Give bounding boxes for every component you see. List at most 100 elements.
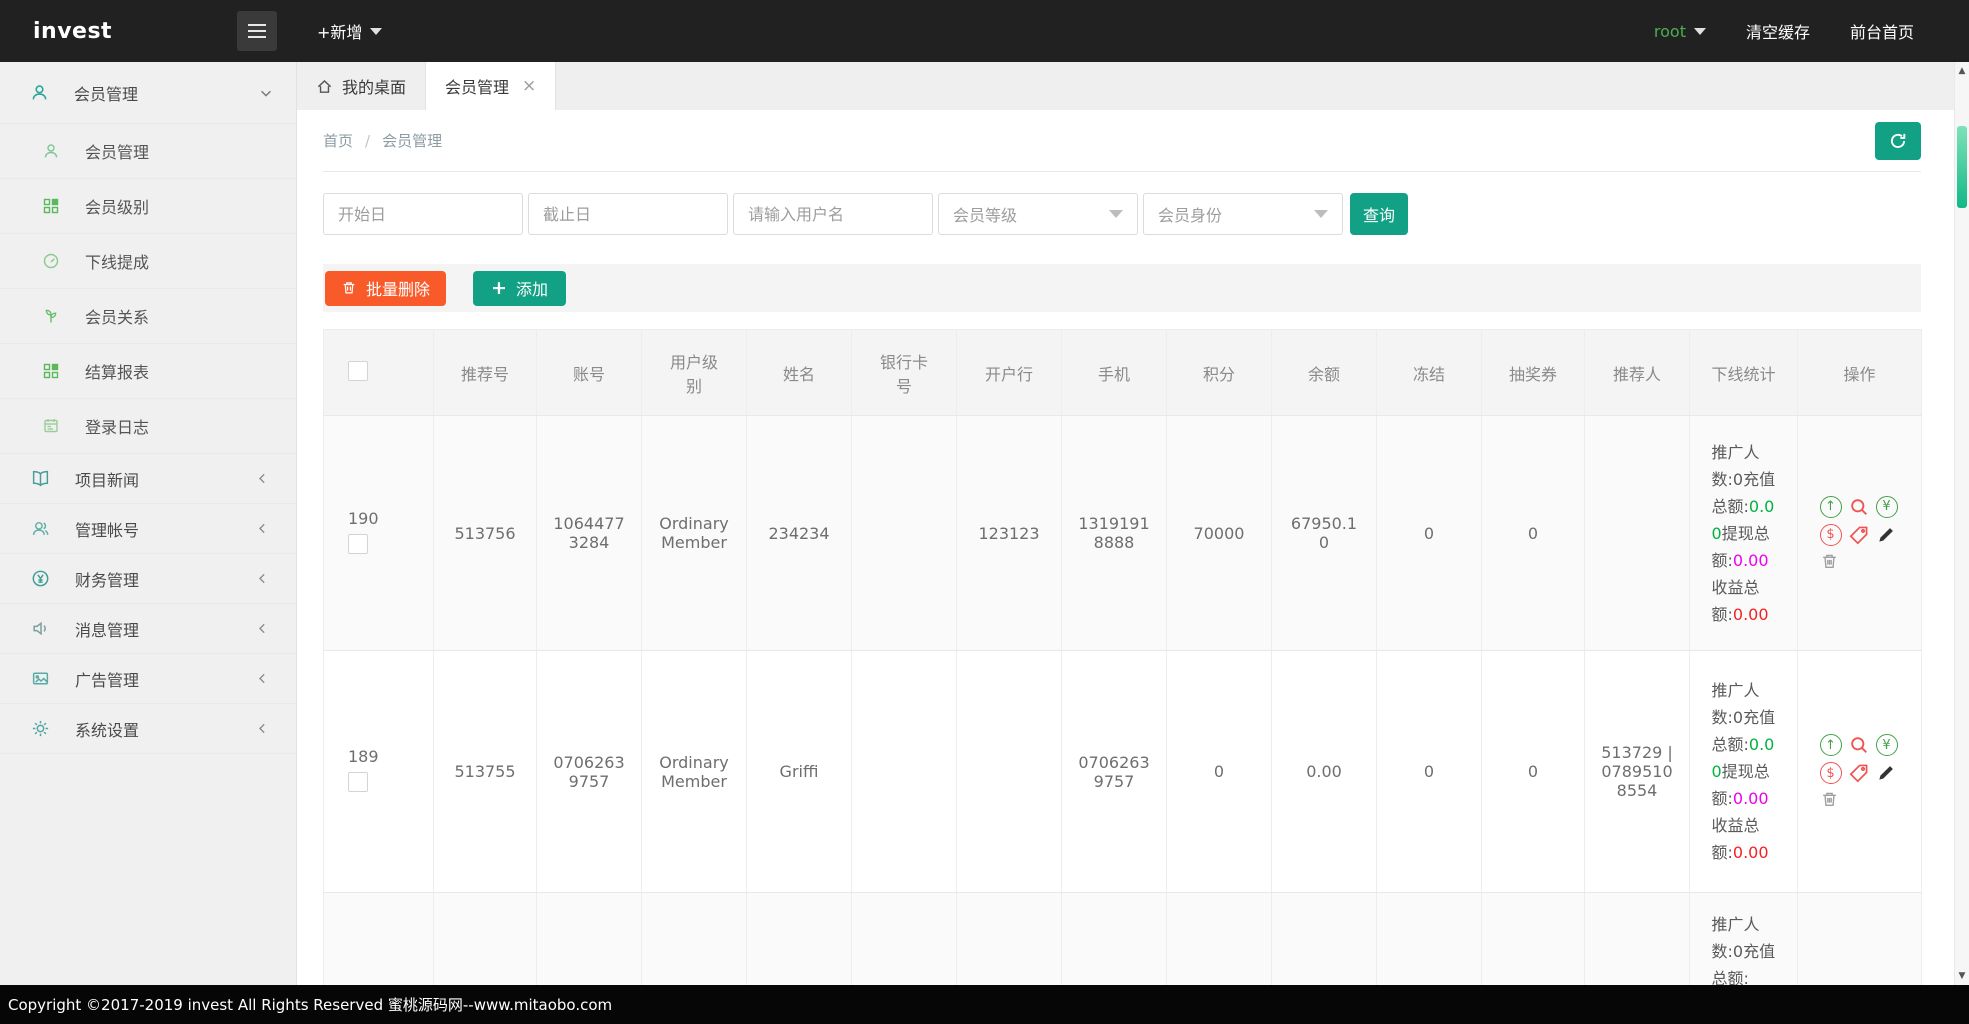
select-all-checkbox[interactable] — [348, 360, 368, 381]
navbar-right: root 清空缓存 前台首页 — [1654, 19, 1969, 43]
upgrade-icon[interactable]: ↑ — [1819, 495, 1842, 518]
tab-bar: 我的桌面 会员管理 × — [297, 62, 1954, 110]
sidebar-item-label: 会员管理 — [85, 143, 150, 162]
edit-icon[interactable] — [1876, 763, 1896, 783]
column-header: 银行卡号 — [851, 329, 957, 416]
end-date-input[interactable] — [528, 193, 728, 235]
chevron-left-icon — [259, 673, 265, 684]
cell-frozen: 0 — [1376, 650, 1482, 893]
sidebar-item-admin-accounts[interactable]: 管理帐号 — [0, 504, 296, 554]
cell-ref-no: 513756 — [433, 415, 537, 651]
sidebar-item-settlement-report[interactable]: 结算报表 — [0, 344, 296, 399]
breadcrumb-separator: / — [365, 131, 371, 150]
upgrade-icon[interactable]: ↑ — [1819, 734, 1842, 756]
cell-level: Ordinary Member — [641, 415, 747, 651]
column-header: 账号 — [536, 329, 642, 416]
sidebar-group-member-management[interactable]: 会员管理 — [0, 62, 296, 124]
cell-level — [641, 892, 747, 985]
cell-ref-no: 513755 — [433, 650, 537, 893]
dollar-icon[interactable]: $ — [1819, 523, 1842, 546]
table-row: 推广人数:0充值总额: — [323, 892, 1922, 985]
search-icon[interactable] — [1848, 496, 1870, 518]
gear-icon — [32, 720, 49, 737]
cell-referrer — [1584, 892, 1690, 985]
cell-ref-no — [433, 892, 537, 985]
tag-icon[interactable] — [1848, 762, 1870, 784]
sidebar-item-label: 消息管理 — [75, 620, 140, 640]
tab-my-desktop[interactable]: 我的桌面 — [297, 62, 427, 110]
sidebar-item-member-management[interactable]: 会员管理 — [0, 124, 296, 179]
chevron-left-icon — [259, 523, 265, 534]
sidebar-item-system-settings[interactable]: 系统设置 — [0, 704, 296, 754]
row-checkbox[interactable] — [348, 772, 368, 792]
book-icon — [32, 470, 49, 487]
plus-icon: + — [491, 277, 507, 299]
breadcrumb-home[interactable]: 首页 — [323, 130, 353, 151]
yen-icon[interactable]: ¥ — [1875, 734, 1898, 756]
dollar-icon[interactable]: $ — [1819, 762, 1842, 784]
scroll-up-icon[interactable]: ▲ — [1955, 66, 1969, 76]
sidebar-item-ad-management[interactable]: 广告管理 — [0, 654, 296, 704]
delete-icon[interactable] — [1820, 552, 1839, 571]
sidebar-item-login-log[interactable]: 登录日志 — [0, 399, 296, 454]
user-menu[interactable]: root — [1654, 22, 1706, 41]
edit-icon[interactable] — [1876, 525, 1896, 545]
chevron-left-icon — [259, 473, 265, 484]
member-identity-select[interactable]: 会员身份 — [1143, 193, 1343, 235]
nav-add-menu[interactable]: +新增 — [317, 19, 383, 43]
filter-row: 会员等级 会员身份 查询 — [323, 193, 1921, 235]
column-header: 推荐人 — [1584, 329, 1690, 416]
cell-bank: 123123 — [956, 415, 1062, 651]
sidebar-item-message-management[interactable]: 消息管理 — [0, 604, 296, 654]
start-date-input[interactable] — [323, 193, 523, 235]
footer: Copyright ©2017-2019 invest All Rights R… — [0, 985, 1969, 1024]
clear-cache-link[interactable]: 清空缓存 — [1746, 19, 1810, 43]
tag-icon[interactable] — [1848, 524, 1870, 546]
cell-points — [1166, 892, 1272, 985]
query-button[interactable]: 查询 — [1350, 193, 1408, 235]
sidebar-item-label: 管理帐号 — [75, 520, 140, 540]
calendar-icon — [44, 419, 58, 433]
toolbar-strip: 批量删除 + 添加 — [323, 264, 1921, 312]
sidebar-item-downline-commission[interactable]: 下线提成 — [0, 234, 296, 289]
close-icon[interactable]: × — [522, 76, 536, 96]
row-checkbox[interactable] — [348, 533, 368, 554]
tab-member-management[interactable]: 会员管理 × — [426, 62, 557, 110]
add-button[interactable]: + 添加 — [473, 270, 566, 306]
member-level-select[interactable]: 会员等级 — [938, 193, 1138, 235]
column-header: 手机 — [1061, 329, 1167, 416]
sidebar-group-label: 会员管理 — [74, 84, 139, 104]
column-header: 操作 — [1797, 329, 1922, 416]
main-area: 我的桌面 会员管理 × 首页 / 会员管理 会员等级 — [297, 62, 1954, 985]
cell-frozen — [1376, 892, 1482, 985]
sidebar-item-project-news[interactable]: 项目新闻 — [0, 454, 296, 504]
batch-delete-button[interactable]: 批量删除 — [325, 270, 447, 306]
yen-icon[interactable]: ¥ — [1875, 495, 1898, 518]
sidebar-item-finance-management[interactable]: 财务管理 — [0, 554, 296, 604]
cell-frozen: 0 — [1376, 415, 1482, 651]
tab-label: 会员管理 — [445, 78, 510, 97]
scrollbar-thumb[interactable] — [1957, 126, 1967, 208]
column-header: 开户行 — [956, 329, 1062, 416]
cell-balance — [1271, 892, 1377, 985]
grid-icon — [43, 198, 59, 214]
select-value: 会员等级 — [953, 206, 1018, 225]
home-icon — [317, 79, 332, 93]
sidebar-toggle-button[interactable] — [237, 11, 277, 51]
delete-icon[interactable] — [1820, 790, 1839, 809]
sidebar-item-member-level[interactable]: 会员级别 — [0, 179, 296, 234]
scroll-down-icon[interactable]: ▼ — [1955, 971, 1969, 981]
person-icon — [44, 144, 58, 158]
username-input[interactable] — [733, 193, 933, 235]
search-icon[interactable] — [1848, 734, 1870, 756]
cell-phone — [1061, 892, 1167, 985]
sidebar-item-member-relations[interactable]: 会员关系 — [0, 289, 296, 344]
menu-icon — [248, 30, 266, 32]
refresh-button[interactable] — [1875, 121, 1921, 160]
cell-downline-stats: 推广人数:0充值总额: — [1689, 892, 1798, 985]
cell-bank — [956, 650, 1062, 893]
front-home-link[interactable]: 前台首页 — [1850, 19, 1914, 43]
column-header: 积分 — [1166, 329, 1272, 416]
cell-account: 10644773284 — [536, 415, 642, 651]
trash-icon — [343, 282, 355, 294]
